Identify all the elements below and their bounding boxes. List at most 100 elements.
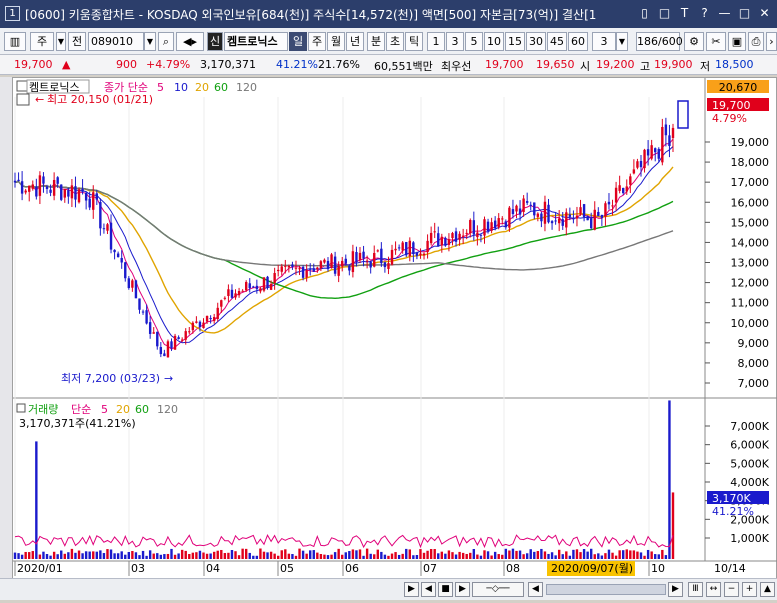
candle-body (198, 321, 202, 327)
close-icon[interactable]: ✕ (756, 5, 773, 22)
speaker-icon[interactable]: ◀▸ (176, 32, 204, 51)
scroll-left-button[interactable]: ▶ (404, 582, 419, 597)
interval-15[interactable]: 15 (505, 32, 525, 51)
candle-body (163, 353, 166, 357)
volume-bar (618, 550, 621, 559)
data-count-field[interactable]: 186/600 (636, 32, 683, 51)
zoom-in-button[interactable]: + (742, 582, 757, 597)
candle-body (148, 322, 152, 334)
interval-10[interactable]: 10 (484, 32, 504, 51)
more-icon[interactable]: › (766, 32, 777, 51)
price-axis-label: 13,000 (731, 257, 770, 270)
volume-bar (269, 551, 273, 559)
scroll-up-button[interactable]: ▲ (760, 582, 775, 597)
quote-bar: 19,700 ▲ 900 +4.79% 3,170,371 41.21% 21.… (0, 55, 777, 75)
selection-box[interactable] (677, 100, 689, 129)
candle-body (376, 250, 379, 252)
maximize-icon[interactable]: □ (736, 5, 753, 22)
pane-menu-icon[interactable] (16, 80, 28, 92)
stop-button[interactable]: ■ (438, 582, 453, 597)
candle-body (216, 307, 219, 319)
candle-body (508, 207, 511, 228)
restore-icon[interactable]: □ (656, 5, 673, 22)
volume-bar (145, 555, 148, 559)
volume-bar (401, 553, 404, 559)
play-forward-button[interactable]: ▶ (455, 582, 470, 597)
interval-3[interactable]: 3 (446, 32, 464, 51)
prev-button[interactable]: 전 (68, 32, 86, 51)
tools-icon[interactable]: ✂ (706, 32, 726, 51)
volume-bar (113, 553, 116, 559)
candle-body (380, 248, 383, 264)
period-year[interactable]: 년 (346, 32, 364, 51)
credit-button[interactable]: 신 (207, 32, 223, 51)
candle-body (582, 204, 586, 218)
candle-body (277, 269, 280, 272)
chart-area[interactable]: 켐트로닉스 종가 단순 5 10 20 60 120 ← 최고 20,150 (01/2… (12, 77, 777, 582)
candle-body (298, 268, 301, 270)
zoom-slider[interactable]: ─◇── (472, 582, 524, 597)
candle-body (522, 198, 525, 212)
candle-body (490, 222, 493, 231)
stock-chart[interactable]: 켐트로닉스 종가 단순 5 10 20 60 120 ← 최고 20,150 (01/2… (13, 78, 777, 583)
candle-body (17, 179, 20, 181)
chart-menu-icon[interactable]: ▥ (4, 32, 26, 51)
period-second[interactable]: 초 (386, 32, 404, 51)
volume-bar (629, 550, 632, 559)
play-back-button[interactable]: ◀ (421, 582, 436, 597)
calendar-icon[interactable] (16, 93, 30, 106)
period-minute[interactable]: 분 (367, 32, 385, 51)
candle-body (52, 179, 56, 196)
low-annotation-arrow: → (164, 372, 173, 385)
interval-5[interactable]: 5 (465, 32, 483, 51)
interval-1[interactable]: 1 (427, 32, 445, 51)
select-mode-button[interactable]: ↔ (706, 582, 721, 597)
candle-body (106, 224, 109, 231)
text-icon[interactable]: T (676, 5, 693, 22)
volume-bar (305, 553, 308, 559)
candle-body (618, 185, 621, 191)
scroll-next-button[interactable]: ▶ (668, 582, 683, 597)
candle-body (661, 126, 664, 163)
volume-bar (42, 551, 45, 559)
scroll-prev-button[interactable]: ◀ (528, 582, 543, 597)
candle-body (337, 266, 340, 276)
interval-dropdown-icon[interactable]: ▼ (616, 32, 628, 51)
volume-bar (262, 551, 266, 559)
period-week[interactable]: 주 (308, 32, 326, 51)
volume-bar (397, 554, 401, 559)
save-icon[interactable]: ▣ (728, 32, 746, 51)
market-type-select[interactable]: 주 (30, 32, 54, 51)
help-icon[interactable]: ? (696, 5, 713, 22)
volume-bar (223, 553, 227, 559)
interval-30[interactable]: 30 (526, 32, 546, 51)
link-icon[interactable]: ▯ (636, 5, 653, 22)
candle-body (145, 310, 148, 324)
volume-pane-menu-icon[interactable] (16, 403, 26, 413)
candle-body (234, 293, 237, 298)
bar-mode-button[interactable]: Ⅲ (688, 582, 703, 597)
interval-45[interactable]: 45 (547, 32, 567, 51)
date-axis-label: 04 (206, 562, 220, 575)
volume-bar (284, 549, 287, 559)
minimize-icon[interactable]: — (716, 5, 733, 22)
interval-60[interactable]: 60 (568, 32, 588, 51)
volume-bar (102, 553, 106, 559)
volume-bar (518, 550, 522, 559)
period-day[interactable]: 일 (289, 32, 307, 51)
period-tick[interactable]: 틱 (405, 32, 423, 51)
print-icon[interactable]: ⎙ (748, 32, 764, 51)
code-dropdown-icon[interactable]: ▼ (144, 32, 156, 51)
chevron-down-icon[interactable]: ▼ (56, 32, 66, 51)
volume-bar (461, 552, 465, 559)
candle-body (127, 278, 131, 289)
zoom-out-button[interactable]: − (724, 582, 739, 597)
price-axis-label: 8,000 (738, 357, 770, 370)
interval-select[interactable]: 3 (592, 32, 616, 51)
settings-icon[interactable]: ⚙ (684, 32, 704, 51)
horizontal-scrollbar[interactable] (546, 584, 666, 595)
search-icon[interactable]: ⌕ (158, 32, 174, 51)
volume-bar (138, 555, 141, 559)
period-month[interactable]: 월 (327, 32, 345, 51)
stock-code-input[interactable]: 089010 (88, 32, 144, 51)
